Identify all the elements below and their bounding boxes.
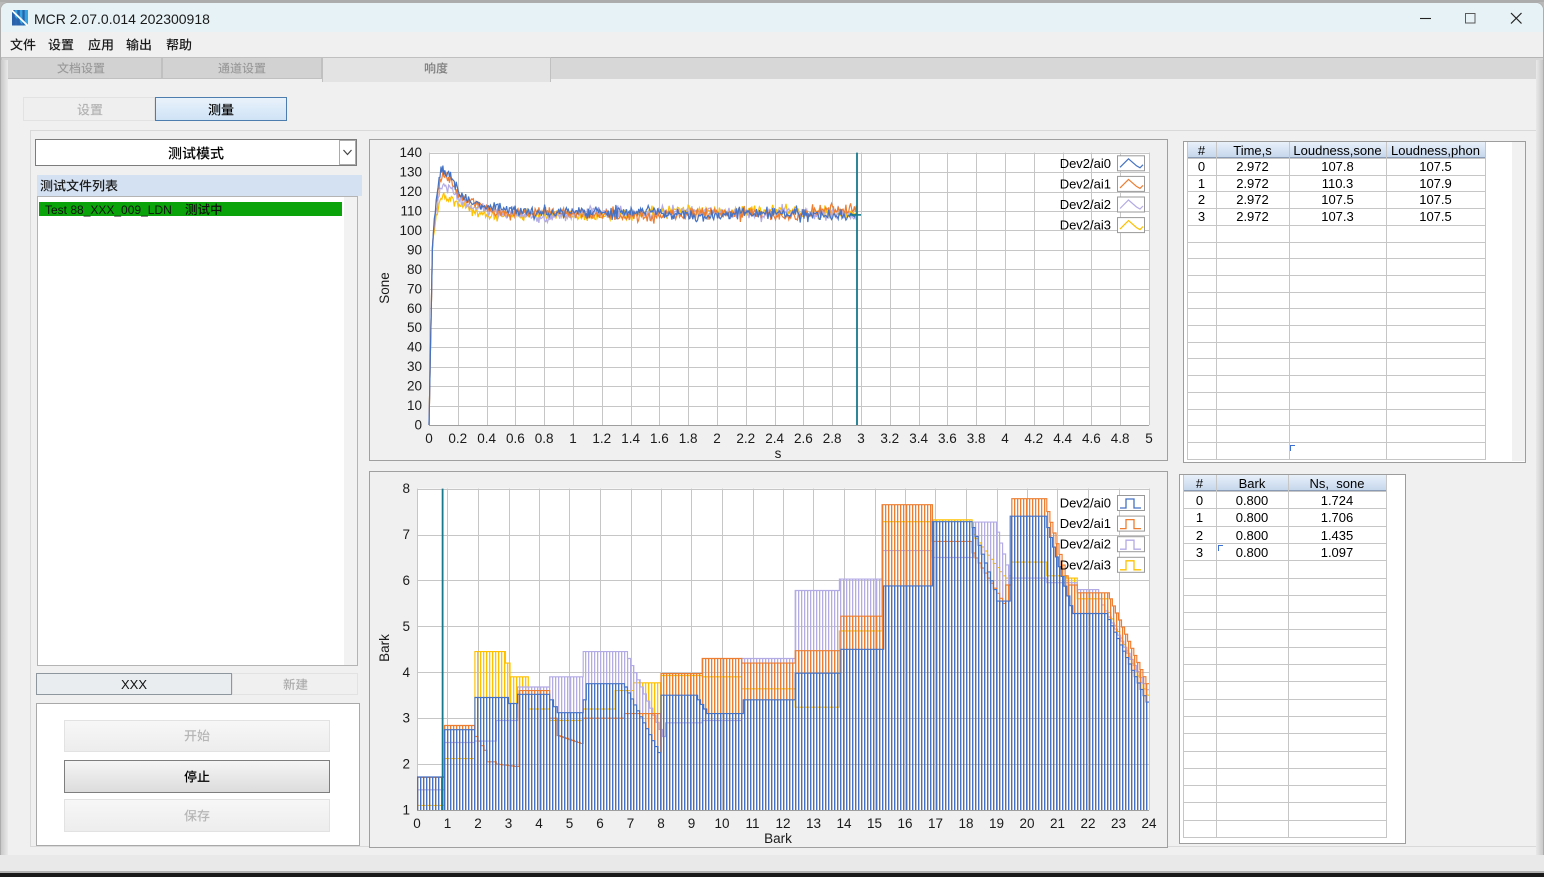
- svg-text:3: 3: [505, 816, 513, 831]
- svg-text:1.4: 1.4: [621, 431, 640, 446]
- svg-text:4: 4: [402, 665, 410, 680]
- svg-text:14: 14: [836, 816, 852, 831]
- svg-text:0.2: 0.2: [448, 431, 467, 446]
- svg-text:1.2: 1.2: [592, 431, 611, 446]
- svg-text:Dev2/ai3: Dev2/ai3: [1060, 218, 1111, 233]
- svg-text:6: 6: [596, 816, 604, 831]
- svg-text:Bark: Bark: [764, 831, 792, 846]
- svg-text:22: 22: [1080, 816, 1095, 831]
- svg-text:0.6: 0.6: [506, 431, 525, 446]
- svg-text:Dev2/ai0: Dev2/ai0: [1060, 496, 1111, 511]
- svg-text:6: 6: [402, 573, 410, 588]
- svg-text:3: 3: [857, 431, 865, 446]
- svg-text:2: 2: [713, 431, 721, 446]
- svg-text:100: 100: [399, 223, 422, 238]
- svg-text:3.4: 3.4: [909, 431, 928, 446]
- svg-text:130: 130: [399, 165, 422, 180]
- svg-text:30: 30: [407, 359, 422, 374]
- svg-text:12: 12: [775, 816, 790, 831]
- svg-text:1.8: 1.8: [679, 431, 698, 446]
- svg-text:8: 8: [657, 816, 665, 831]
- svg-text:18: 18: [958, 816, 973, 831]
- svg-text:20: 20: [1019, 816, 1034, 831]
- svg-text:s: s: [775, 446, 782, 461]
- svg-text:7: 7: [402, 527, 410, 542]
- svg-text:Dev2/ai3: Dev2/ai3: [1060, 557, 1111, 572]
- svg-text:Dev2/ai1: Dev2/ai1: [1060, 516, 1111, 531]
- svg-text:7: 7: [627, 816, 635, 831]
- svg-text:4: 4: [1001, 431, 1009, 446]
- svg-text:2.8: 2.8: [823, 431, 842, 446]
- svg-text:5: 5: [402, 619, 410, 634]
- svg-text:1: 1: [402, 803, 410, 818]
- svg-text:4.2: 4.2: [1024, 431, 1043, 446]
- svg-text:19: 19: [989, 816, 1004, 831]
- svg-text:Bark: Bark: [377, 634, 392, 662]
- svg-text:0: 0: [425, 431, 433, 446]
- svg-text:17: 17: [928, 816, 943, 831]
- svg-text:Dev2/ai2: Dev2/ai2: [1060, 197, 1111, 212]
- svg-text:15: 15: [867, 816, 882, 831]
- svg-text:5: 5: [1145, 431, 1153, 446]
- svg-text:80: 80: [407, 262, 422, 277]
- svg-text:Sone: Sone: [377, 272, 392, 304]
- svg-text:4: 4: [535, 816, 543, 831]
- svg-text:2.6: 2.6: [794, 431, 813, 446]
- svg-text:70: 70: [407, 281, 422, 296]
- svg-text:1: 1: [444, 816, 452, 831]
- svg-text:3.8: 3.8: [967, 431, 986, 446]
- svg-text:1: 1: [569, 431, 577, 446]
- svg-text:Dev2/ai1: Dev2/ai1: [1060, 176, 1111, 191]
- svg-text:Dev2/ai0: Dev2/ai0: [1060, 156, 1111, 171]
- svg-text:8: 8: [402, 481, 410, 496]
- svg-text:2: 2: [402, 757, 410, 772]
- svg-text:10: 10: [407, 398, 422, 413]
- svg-text:50: 50: [407, 320, 422, 335]
- svg-text:0.8: 0.8: [535, 431, 554, 446]
- svg-text:40: 40: [407, 340, 422, 355]
- svg-text:23: 23: [1111, 816, 1126, 831]
- svg-text:110: 110: [400, 204, 422, 219]
- svg-text:2.4: 2.4: [765, 431, 784, 446]
- svg-text:4.4: 4.4: [1053, 431, 1072, 446]
- svg-text:20: 20: [407, 379, 422, 394]
- svg-text:2.2: 2.2: [736, 431, 755, 446]
- svg-text:24: 24: [1141, 816, 1157, 831]
- svg-text:21: 21: [1050, 816, 1065, 831]
- svg-text:10: 10: [714, 816, 729, 831]
- svg-text:Dev2/ai2: Dev2/ai2: [1060, 537, 1111, 552]
- svg-text:0: 0: [413, 816, 421, 831]
- svg-text:90: 90: [407, 242, 422, 257]
- svg-text:120: 120: [399, 184, 422, 199]
- svg-text:0: 0: [414, 418, 422, 433]
- svg-text:4.8: 4.8: [1111, 431, 1130, 446]
- svg-text:9: 9: [688, 816, 696, 831]
- svg-text:140: 140: [399, 145, 422, 160]
- svg-text:16: 16: [897, 816, 912, 831]
- svg-text:11: 11: [745, 816, 759, 831]
- svg-text:60: 60: [407, 301, 422, 316]
- svg-text:2: 2: [474, 816, 482, 831]
- svg-text:3.6: 3.6: [938, 431, 957, 446]
- svg-text:1.6: 1.6: [650, 431, 669, 446]
- svg-text:4.6: 4.6: [1082, 431, 1101, 446]
- svg-text:3.2: 3.2: [880, 431, 899, 446]
- svg-text:5: 5: [566, 816, 574, 831]
- svg-text:3: 3: [402, 711, 410, 726]
- svg-text:13: 13: [806, 816, 821, 831]
- svg-text:0.4: 0.4: [477, 431, 496, 446]
